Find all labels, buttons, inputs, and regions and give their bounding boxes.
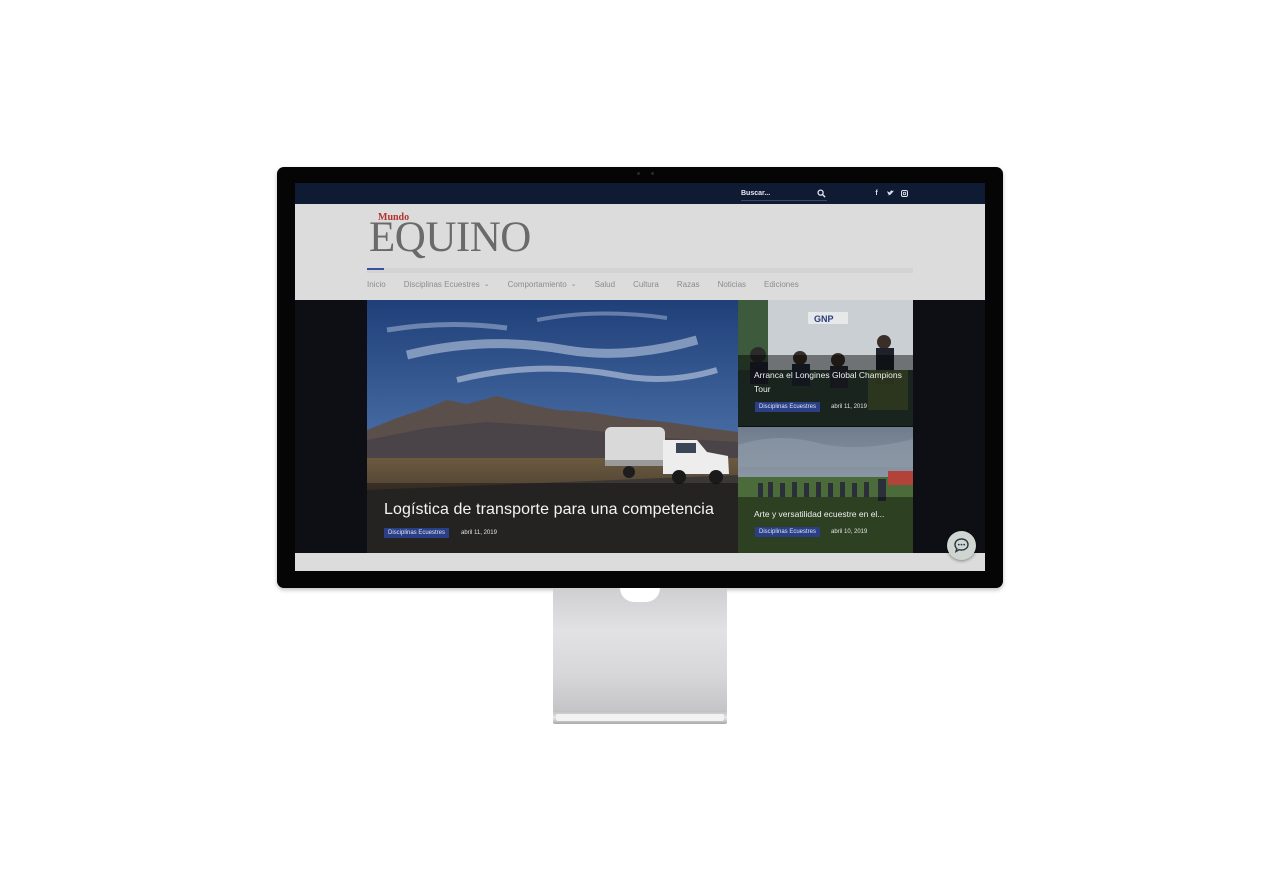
nav-item-inicio[interactable]: Inicio	[367, 280, 386, 289]
chevron-down-icon: ⌄	[483, 281, 490, 288]
social-links: f	[873, 188, 908, 198]
post-date: abril 11, 2019	[461, 530, 497, 536]
instagram-icon[interactable]	[901, 188, 908, 198]
nav-item-label: Disciplinas Ecuestres	[403, 279, 480, 289]
top-bar: f	[295, 183, 985, 204]
nav-item-label: Noticias	[717, 279, 747, 289]
nav-item-label: Salud	[594, 279, 616, 289]
nav-item-label: Ediciones	[764, 279, 799, 289]
post-date: abril 10, 2019	[831, 529, 868, 535]
nav-item-ediciones[interactable]: Ediciones	[764, 280, 799, 289]
nav-item-noticias[interactable]: Noticias	[718, 280, 746, 289]
nav-item-comportamiento[interactable]: Comportamiento ⌄	[508, 280, 577, 289]
monitor-stand-base-top	[556, 714, 724, 721]
featured-main-title[interactable]: Logística de transporte para una compete…	[384, 501, 714, 519]
nav-item-label: Razas	[676, 279, 700, 289]
chat-bubble-icon	[954, 538, 969, 554]
nav-item-label: Comportamiento	[507, 279, 567, 289]
featured-side-2-title[interactable]: Arte y versatilidad ecuestre en el...	[754, 507, 904, 521]
nav-divider	[367, 268, 913, 273]
featured-story-side-2[interactable]: Arte y versatilidad ecuestre en el... Di…	[738, 427, 913, 553]
category-badge[interactable]: Disciplinas Ecuestres	[755, 527, 821, 537]
post-date: abril 11, 2019	[831, 404, 867, 410]
featured-story-main[interactable]: Logística de transporte para una compete…	[367, 300, 738, 553]
nav-item-razas[interactable]: Razas	[677, 280, 700, 289]
twitter-icon[interactable]	[887, 188, 894, 198]
content-below-fold	[295, 553, 985, 571]
monitor-stand	[553, 588, 727, 712]
featured-side-1-title[interactable]: Arranca el Longines Global Champions Tou…	[754, 368, 904, 396]
nav-item-label: Inicio	[367, 279, 386, 289]
site-logo[interactable]: EQUINO	[369, 216, 531, 260]
category-badge[interactable]: Disciplinas Ecuestres	[384, 528, 450, 538]
svg-text:GNP: GNP	[814, 314, 834, 324]
website-screen: f Mundo EQUINO Inicio Disciplinas Ecuest…	[295, 183, 985, 571]
nav-item-cultura[interactable]: Cultura	[633, 280, 659, 289]
chat-button[interactable]	[947, 531, 976, 560]
main-nav: Inicio Disciplinas Ecuestres ⌄ Comportami…	[367, 276, 817, 292]
camera-icon	[637, 172, 661, 175]
nav-item-salud[interactable]: Salud	[595, 280, 615, 289]
chevron-down-icon: ⌄	[570, 281, 577, 288]
search-input[interactable]	[741, 187, 811, 199]
facebook-icon[interactable]: f	[873, 188, 880, 198]
nav-item-disciplinas-ecuestres[interactable]: Disciplinas Ecuestres ⌄	[404, 280, 490, 289]
search-box	[741, 187, 827, 201]
search-icon[interactable]	[817, 189, 826, 198]
featured-story-side-1[interactable]: GNP Arranca el Longines Global Champions…	[738, 300, 913, 426]
active-nav-indicator	[367, 268, 384, 270]
category-badge[interactable]: Disciplinas Ecuestres	[755, 402, 821, 412]
nav-item-label: Cultura	[633, 279, 659, 289]
